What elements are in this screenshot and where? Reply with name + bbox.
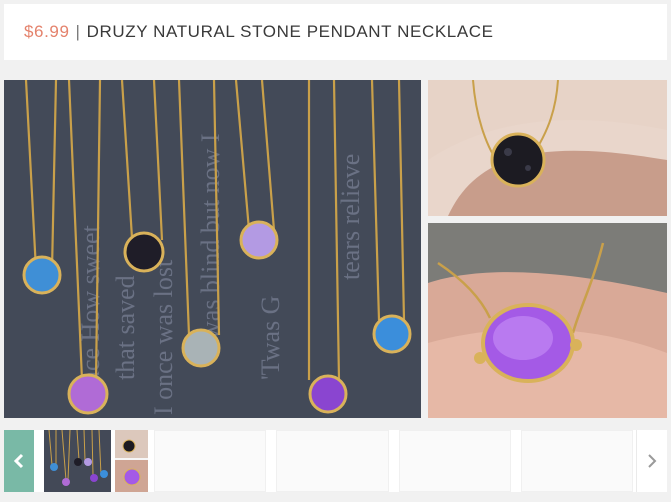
product-title-bar: $6.99 | DRUZY NATURAL STONE PENDANT NECK… (4, 4, 667, 60)
photo-text-2: that saved (111, 275, 140, 380)
thumbnail-carousel (4, 430, 667, 492)
carousel-thumbnail-1[interactable] (44, 430, 111, 492)
photo-text-5: was blind but now I (196, 133, 225, 340)
carousel-slot (398, 430, 511, 492)
carousel-slot (276, 430, 389, 492)
product-price: $6.99 (24, 22, 70, 41)
photo-text-4: 'Twas G (256, 296, 285, 380)
chevron-right-icon (648, 454, 657, 468)
carousel-empty-slots (154, 430, 633, 492)
product-image-black-druzy[interactable] (428, 80, 667, 216)
carousel-prev-button[interactable] (4, 430, 34, 492)
carousel-thumbnail-2[interactable] (115, 430, 148, 492)
chevron-left-icon (13, 453, 24, 469)
photo-text-3: I once was lost (149, 259, 178, 415)
photo-text-6: tears relieve (336, 154, 365, 280)
carousel-slot (154, 430, 267, 492)
carousel-slot (520, 430, 633, 492)
product-image-purple-druzy[interactable] (428, 223, 667, 418)
main-product-image[interactable]: Grace How sweet that saved I once was lo… (4, 80, 421, 418)
title-separator: | (75, 22, 81, 41)
product-name: DRUZY NATURAL STONE PENDANT NECKLACE (86, 22, 494, 41)
carousel-next-button[interactable] (636, 430, 667, 492)
carousel-thumbnails (44, 430, 148, 492)
